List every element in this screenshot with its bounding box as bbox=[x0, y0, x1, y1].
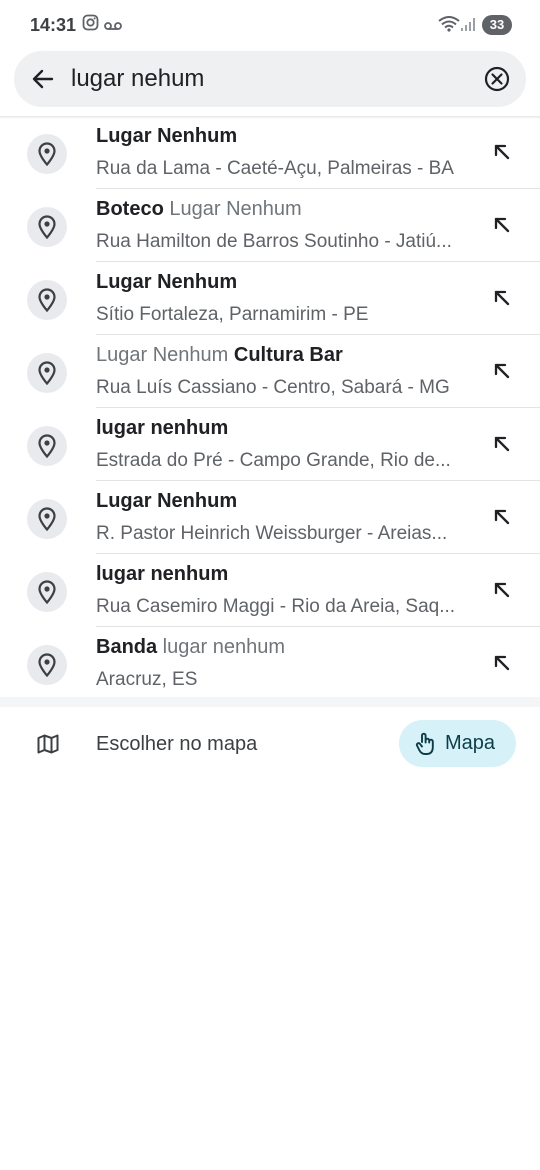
result-title-part: Lugar Nenhum bbox=[96, 125, 238, 147]
wifi-icon bbox=[438, 16, 460, 37]
arrow-up-left-icon[interactable] bbox=[491, 579, 513, 601]
status-time: 14:31 bbox=[30, 15, 77, 35]
result-title-part: Lugar Nenhum bbox=[96, 271, 238, 293]
result-title: Lugar Nenhum bbox=[96, 271, 237, 294]
list-item[interactable]: Boteco Lugar Nenhum Rua Hamilton de Barro… bbox=[0, 189, 540, 262]
back-arrow-icon[interactable] bbox=[30, 66, 56, 92]
result-title-part: Lugar Nenhum bbox=[96, 344, 229, 366]
arrow-up-left-icon[interactable] bbox=[491, 652, 513, 674]
choose-on-map-label: Escolher no mapa bbox=[96, 733, 258, 755]
result-address: R. Pastor Heinrich Weissburger - Areias.… bbox=[96, 523, 448, 544]
result-title-part: lugar nenhum bbox=[96, 563, 229, 585]
list-item[interactable]: Lugar Nenhum R. Pastor Heinrich Weissburg… bbox=[0, 481, 540, 554]
tap-hand-icon bbox=[415, 732, 434, 755]
location-pin-icon bbox=[27, 280, 67, 320]
result-title: lugar nenhum bbox=[96, 563, 228, 586]
battery-indicator: 33 bbox=[482, 15, 512, 35]
choose-on-map-row[interactable]: Escolher no mapa Mapa bbox=[0, 707, 540, 781]
location-pin-icon bbox=[27, 134, 67, 174]
result-title: lugar nenhum bbox=[96, 417, 228, 440]
result-address: Rua Casemiro Maggi - Rio da Areia, Saq..… bbox=[96, 596, 456, 617]
result-title-part: Lugar Nenhum bbox=[163, 198, 302, 220]
search-results-list: Lugar Nenhum Rua da Lama - Caeté-Açu, Pal… bbox=[0, 116, 540, 700]
list-item[interactable]: Lugar Nenhum Rua da Lama - Caeté-Açu, Pal… bbox=[0, 116, 540, 189]
arrow-up-left-icon[interactable] bbox=[491, 360, 513, 382]
map-button[interactable]: Mapa bbox=[399, 720, 516, 767]
result-title-part: lugar nenhum bbox=[96, 417, 229, 439]
result-title-part: Lugar Nenhum bbox=[96, 490, 238, 512]
result-address: Sítio Fortaleza, Parnamirim - PE bbox=[96, 304, 369, 325]
voicemail-icon bbox=[104, 18, 122, 36]
signal-icon bbox=[460, 16, 476, 37]
map-button-label: Mapa bbox=[445, 732, 496, 754]
section-separator bbox=[0, 697, 540, 707]
location-pin-icon bbox=[27, 645, 67, 685]
arrow-up-left-icon[interactable] bbox=[491, 433, 513, 455]
result-title: Banda lugar nenhum bbox=[96, 636, 285, 659]
list-item[interactable]: Lugar Nenhum Cultura Bar Rua Luís Cassian… bbox=[0, 335, 540, 408]
status-bar: 14:31 33 bbox=[0, 0, 540, 50]
search-input[interactable] bbox=[71, 63, 471, 95]
folded-map-icon bbox=[37, 734, 59, 754]
clear-search-icon[interactable] bbox=[483, 65, 511, 93]
arrow-up-left-icon[interactable] bbox=[491, 506, 513, 528]
result-address: Rua da Lama - Caeté-Açu, Palmeiras - BA bbox=[96, 158, 454, 179]
result-title: Boteco Lugar Nenhum bbox=[96, 198, 302, 221]
arrow-up-left-icon[interactable] bbox=[491, 287, 513, 309]
list-item[interactable]: lugar nenhum Estrada do Pré - Campo Grand… bbox=[0, 408, 540, 481]
search-bar bbox=[14, 51, 526, 107]
list-item[interactable]: lugar nenhum Rua Casemiro Maggi - Rio da … bbox=[0, 554, 540, 627]
result-title-part: Boteco bbox=[96, 198, 164, 220]
result-title: Lugar Nenhum Cultura Bar bbox=[96, 344, 343, 367]
list-item[interactable]: Banda lugar nenhum Aracruz, ES bbox=[0, 627, 540, 700]
result-title-part: Banda bbox=[96, 636, 158, 658]
result-address: Estrada do Pré - Campo Grande, Rio de... bbox=[96, 450, 451, 471]
location-pin-icon bbox=[27, 572, 67, 612]
result-address: Rua Hamilton de Barros Soutinho - Jatiú.… bbox=[96, 231, 452, 252]
location-pin-icon bbox=[27, 353, 67, 393]
result-title-part: lugar nenhum bbox=[157, 636, 285, 658]
result-address: Aracruz, ES bbox=[96, 669, 198, 690]
list-item[interactable]: Lugar Nenhum Sítio Fortaleza, Parnamirim … bbox=[0, 262, 540, 335]
result-title: Lugar Nenhum bbox=[96, 125, 237, 148]
result-title-part: Cultura Bar bbox=[228, 344, 343, 366]
location-pin-icon bbox=[27, 499, 67, 539]
location-pin-icon bbox=[27, 207, 67, 247]
arrow-up-left-icon[interactable] bbox=[491, 141, 513, 163]
arrow-up-left-icon[interactable] bbox=[491, 214, 513, 236]
result-title: Lugar Nenhum bbox=[96, 490, 237, 513]
result-address: Rua Luís Cassiano - Centro, Sabará - MG bbox=[96, 377, 450, 398]
location-pin-icon bbox=[27, 426, 67, 466]
instagram-icon bbox=[82, 14, 99, 36]
